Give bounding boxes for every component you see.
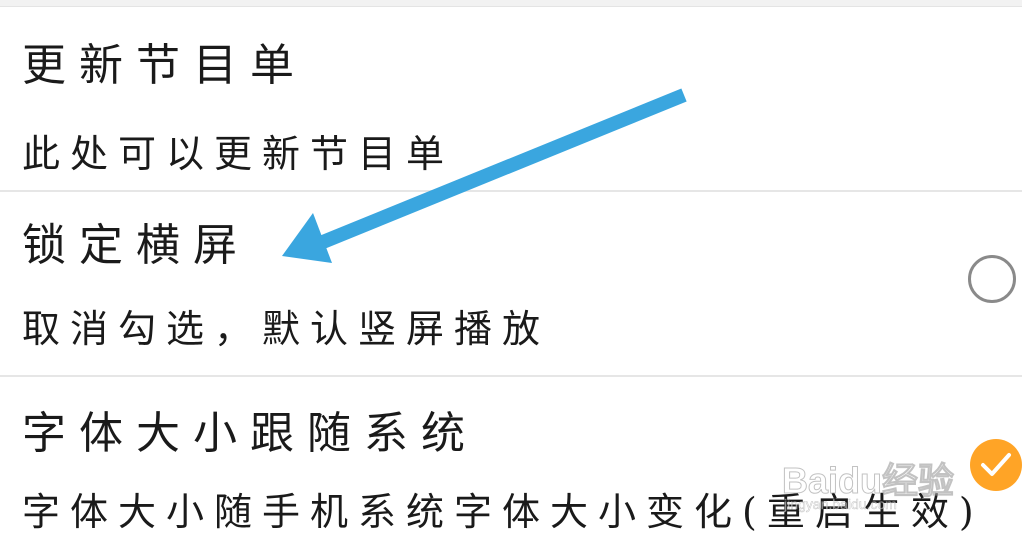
baidu-watermark: Baidu经验 jingyan.baidu.com bbox=[781, 452, 967, 537]
watermark-url: jingyan.baidu.com bbox=[784, 496, 897, 513]
